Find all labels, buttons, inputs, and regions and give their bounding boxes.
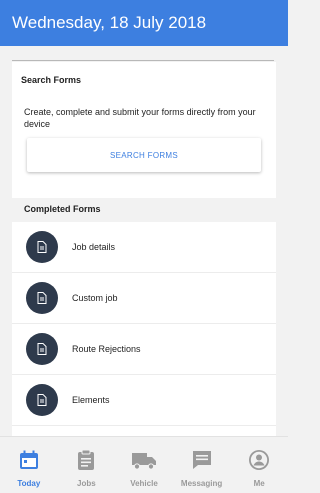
list-item[interactable]: Job details bbox=[12, 222, 276, 273]
document-icon bbox=[26, 231, 58, 263]
divider bbox=[12, 60, 274, 61]
tab-messaging[interactable]: Messaging bbox=[173, 437, 231, 493]
tab-label: Vehicle bbox=[130, 479, 158, 488]
search-forms-card: Search Forms Create, complete and submit… bbox=[12, 62, 276, 198]
page-title: Wednesday, 18 July 2018 bbox=[12, 13, 207, 32]
document-icon bbox=[26, 333, 58, 365]
tab-label: Messaging bbox=[180, 479, 223, 488]
profile-icon bbox=[246, 447, 272, 473]
list-item[interactable] bbox=[12, 426, 276, 436]
list-item[interactable]: Route Rejections bbox=[12, 324, 276, 375]
list-item-label: Custom job bbox=[72, 293, 118, 303]
tab-me[interactable]: Me bbox=[230, 437, 288, 493]
list-item[interactable]: Custom job bbox=[12, 273, 276, 324]
tab-today[interactable]: Today bbox=[0, 437, 58, 493]
list-item-label: Route Rejections bbox=[72, 344, 141, 354]
list-item-label: Elements bbox=[72, 395, 110, 405]
search-forms-title: Search Forms bbox=[21, 75, 82, 85]
tab-vehicle[interactable]: Vehicle bbox=[115, 437, 173, 493]
tab-label: Today bbox=[17, 479, 41, 488]
search-forms-description: Create, complete and submit your forms d… bbox=[24, 107, 256, 129]
calendar-icon bbox=[16, 447, 42, 473]
completed-forms-title: Completed Forms bbox=[24, 204, 101, 214]
document-icon bbox=[26, 384, 58, 416]
tab-jobs[interactable]: Jobs bbox=[58, 437, 116, 493]
document-icon bbox=[26, 282, 58, 314]
tab-label: Jobs bbox=[77, 479, 96, 488]
main-content: Search Forms Create, complete and submit… bbox=[0, 46, 288, 436]
list-item-label: Job details bbox=[72, 242, 116, 252]
message-icon bbox=[189, 447, 215, 473]
list-item[interactable]: Elements bbox=[12, 375, 276, 426]
tab-label: Me bbox=[253, 479, 265, 488]
app-header: Wednesday, 18 July 2018 bbox=[0, 0, 288, 46]
truck-icon bbox=[131, 447, 157, 473]
search-forms-button[interactable]: SEARCH FORMS bbox=[27, 138, 261, 172]
clipboard-icon bbox=[73, 447, 99, 473]
bottom-tab-bar: Today Jobs Vehicle Messaging Me bbox=[0, 436, 288, 493]
completed-forms-list: Job details Custom job Route Rejections … bbox=[12, 222, 276, 436]
